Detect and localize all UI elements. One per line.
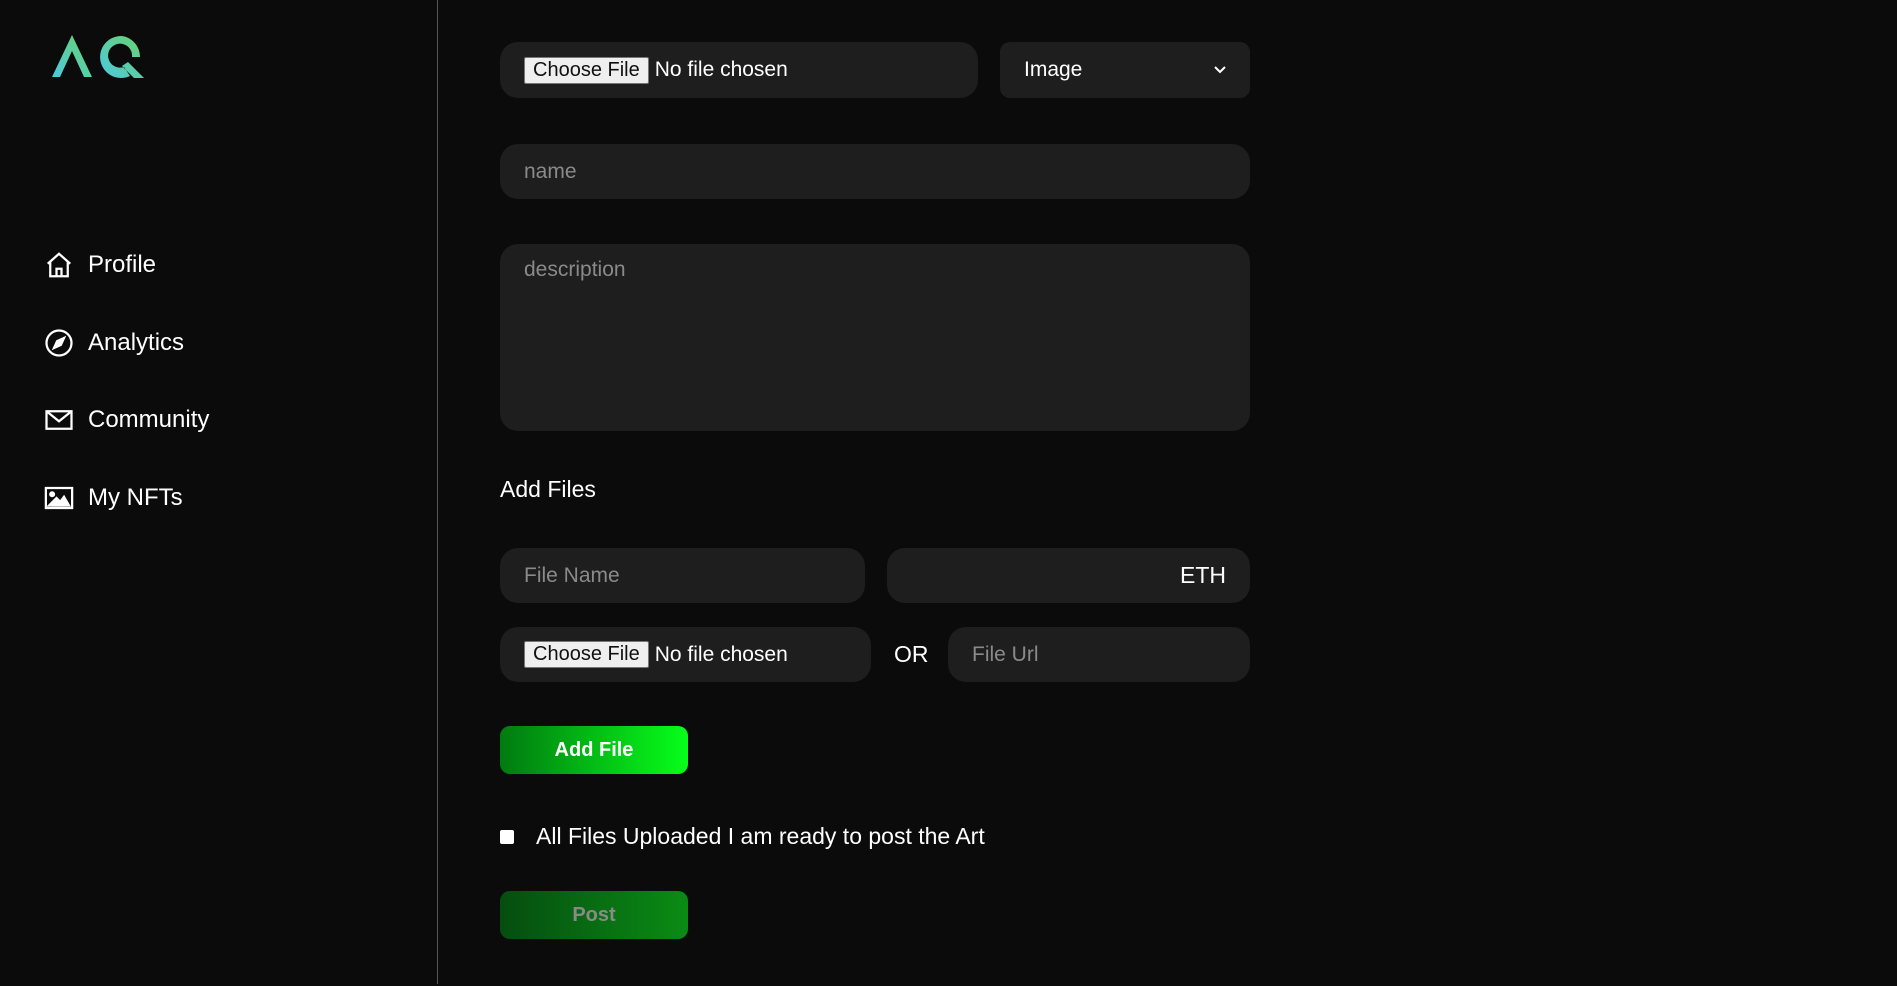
file-status-2: No file chosen bbox=[654, 642, 788, 666]
post-button[interactable]: Post bbox=[500, 891, 688, 939]
home-icon bbox=[47, 252, 71, 278]
description-placeholder: description bbox=[524, 258, 626, 281]
chevron-down-icon bbox=[1214, 66, 1226, 74]
mail-icon bbox=[45, 410, 73, 430]
sidebar-item-label: Analytics bbox=[88, 329, 185, 356]
file-input-2[interactable]: Choose File No file chosen bbox=[500, 627, 871, 682]
image-icon bbox=[44, 486, 74, 510]
compass-icon bbox=[45, 329, 73, 357]
type-select[interactable]: Image bbox=[1000, 42, 1250, 98]
price-input[interactable]: ETH bbox=[887, 548, 1250, 603]
ready-checkbox-row[interactable]: All Files Uploaded I am ready to post th… bbox=[500, 823, 985, 850]
description-textarea[interactable]: description bbox=[500, 244, 1250, 431]
sidebar-item-label: My NFTs bbox=[88, 484, 183, 511]
add-file-button[interactable]: Add File bbox=[500, 726, 688, 774]
file-url-placeholder: File Url bbox=[972, 642, 1039, 666]
logo[interactable] bbox=[50, 32, 150, 87]
file-url-input[interactable]: File Url bbox=[948, 627, 1250, 682]
ready-checkbox[interactable] bbox=[500, 829, 514, 844]
sidebar-item-label: Profile bbox=[88, 251, 157, 278]
file-status: No file chosen bbox=[654, 58, 788, 81]
sidebar-item-analytics[interactable]: Analytics bbox=[44, 328, 184, 358]
sidebar-item-profile[interactable]: Profile bbox=[44, 250, 156, 280]
sidebar-item-label: Community bbox=[88, 406, 210, 433]
ready-checkbox-label: All Files Uploaded I am ready to post th… bbox=[536, 823, 985, 849]
add-files-heading: Add Files bbox=[500, 476, 596, 502]
file-input[interactable]: Choose File No file chosen bbox=[500, 42, 978, 98]
sidebar-item-my-nfts[interactable]: My NFTs bbox=[44, 483, 183, 513]
sidebar: Profile Analytics Community My NFTs bbox=[0, 0, 438, 984]
choose-file-button[interactable]: Choose File bbox=[524, 56, 649, 84]
name-input[interactable]: name bbox=[500, 144, 1250, 199]
eth-suffix: ETH bbox=[1180, 562, 1226, 588]
aq-logo-icon bbox=[52, 35, 144, 78]
choose-file-button-2[interactable]: Choose File bbox=[524, 641, 649, 668]
or-label: OR bbox=[894, 641, 929, 667]
file-name-input[interactable]: File Name bbox=[500, 548, 865, 603]
file-name-placeholder: File Name bbox=[524, 563, 620, 587]
sidebar-item-community[interactable]: Community bbox=[44, 405, 209, 435]
name-placeholder: name bbox=[524, 159, 577, 183]
type-select-value: Image bbox=[1024, 58, 1083, 81]
